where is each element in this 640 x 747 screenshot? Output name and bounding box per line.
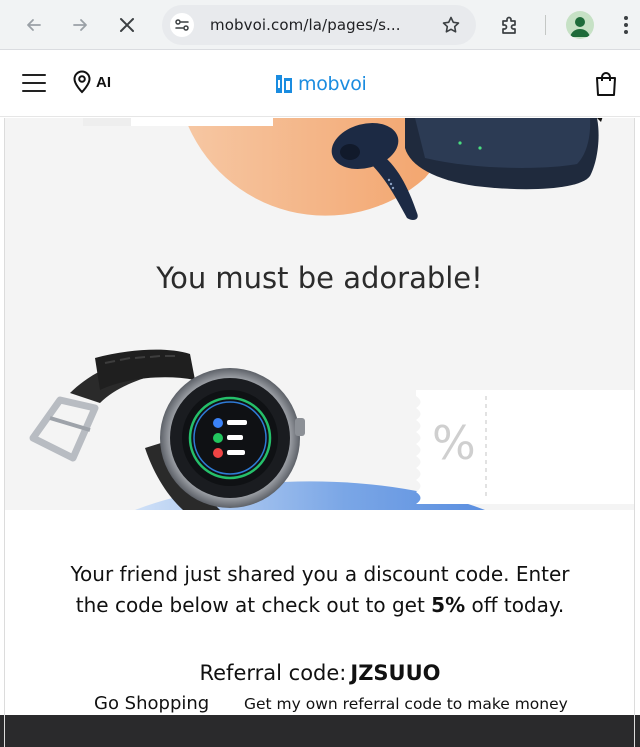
- viewport-border-left: [4, 118, 5, 747]
- hamburger-icon: [22, 74, 46, 76]
- viewport-border-right: [634, 118, 635, 747]
- logo-text: mobvoi: [298, 73, 367, 95]
- referral-code-line: Referral code: JZSUUO: [0, 661, 640, 685]
- location-selector[interactable]: AI: [72, 70, 111, 94]
- go-shopping-link[interactable]: Go Shopping: [94, 693, 209, 714]
- discount-amount: 5%: [431, 593, 466, 617]
- back-button[interactable]: [18, 9, 50, 41]
- extensions-button[interactable]: [494, 9, 526, 41]
- more-vertical-icon: [624, 16, 628, 34]
- coupon-percent-symbol: %: [432, 416, 476, 470]
- close-icon: [120, 18, 134, 32]
- site-header: AI mobvoi: [0, 50, 640, 117]
- message-line-2: the code below at check out to get 5% of…: [75, 593, 565, 617]
- mobvoi-logo-icon: [276, 75, 292, 93]
- cart-button[interactable]: [594, 71, 618, 97]
- star-icon: [442, 16, 460, 33]
- tune-icon: [175, 19, 189, 31]
- address-bar[interactable]: mobvoi.com/la/pages/s...: [162, 5, 476, 45]
- smartwatch: [29, 349, 305, 510]
- browser-menu-button[interactable]: [610, 9, 640, 41]
- bookmark-button[interactable]: [440, 14, 462, 36]
- discount-message: Your friend just shared you a discount c…: [20, 559, 620, 621]
- page-content: You must be adorable! % Your friend just…: [0, 118, 640, 747]
- hero-illustration: [29, 118, 634, 510]
- location-pin-icon: [73, 70, 91, 94]
- url-text[interactable]: mobvoi.com/la/pages/s...: [210, 16, 401, 34]
- country-code[interactable]: AI: [96, 74, 111, 91]
- message-line-1: Your friend just shared you a discount c…: [70, 562, 570, 586]
- brand-logo[interactable]: mobvoi: [274, 71, 367, 97]
- person-icon: [570, 17, 590, 37]
- hero-banner: You must be adorable! %: [5, 118, 634, 510]
- own-referral-code-link[interactable]: Get my own referral code to make money: [244, 695, 568, 713]
- browser-toolbar: mobvoi.com/la/pages/s...: [0, 0, 640, 50]
- shopping-bag-icon: [596, 72, 616, 96]
- stop-loading-button[interactable]: [111, 9, 143, 41]
- earbuds-case: [405, 118, 603, 190]
- arrow-right-icon: [73, 19, 87, 31]
- forward-button[interactable]: [64, 9, 96, 41]
- site-info-button[interactable]: [170, 13, 194, 37]
- toolbar-divider: [545, 15, 546, 35]
- profile-button[interactable]: [566, 11, 594, 39]
- arrow-left-icon: [27, 19, 41, 31]
- footer-bar: [0, 715, 640, 747]
- menu-button[interactable]: [22, 74, 46, 94]
- hero-headline: You must be adorable!: [156, 261, 483, 295]
- referral-code[interactable]: JZSUUO: [350, 661, 440, 685]
- referral-label: Referral code:: [199, 661, 347, 685]
- puzzle-icon: [502, 16, 516, 34]
